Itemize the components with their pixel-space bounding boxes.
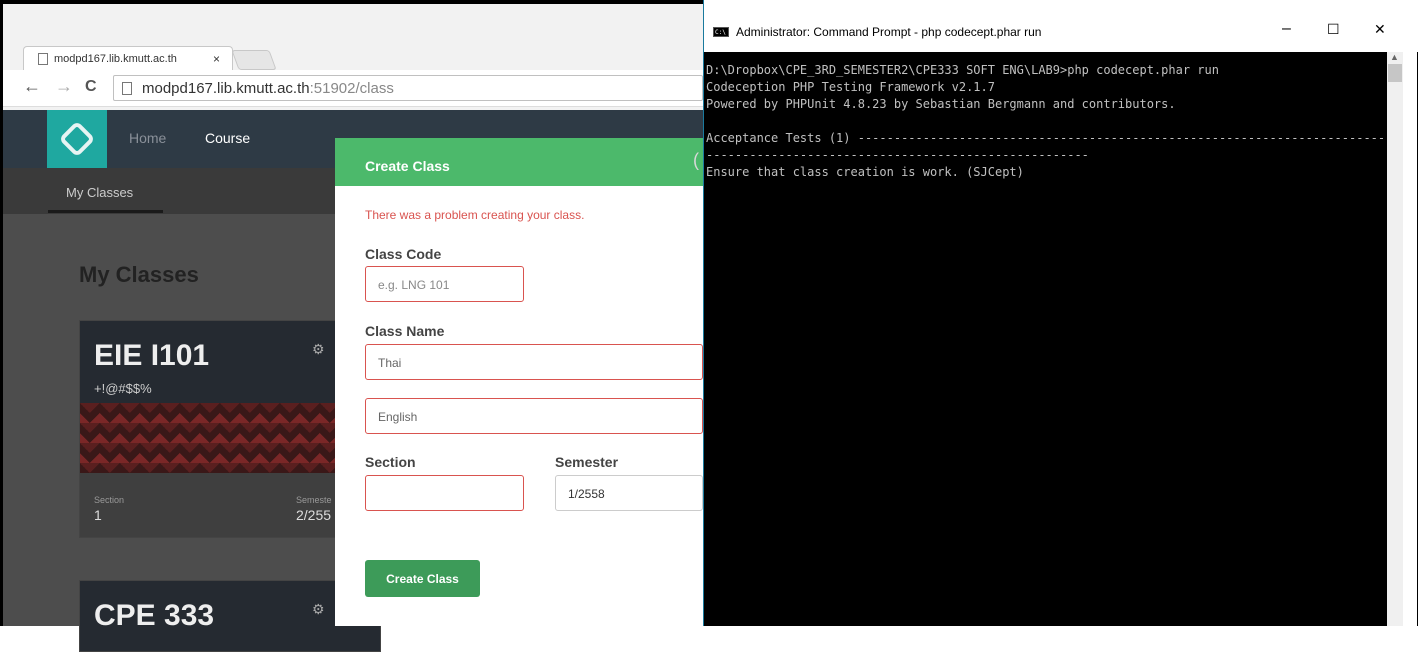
active-tab-indicator (48, 210, 163, 213)
maximize-icon[interactable]: ☐ (1327, 21, 1340, 38)
semester-select[interactable]: 1/2558 (555, 475, 703, 511)
section-label: Section (365, 454, 416, 470)
window-edge (1403, 52, 1417, 626)
tab-my-classes[interactable]: My Classes (66, 185, 133, 200)
scroll-up-icon[interactable]: ▲ (1390, 52, 1399, 62)
nav-home[interactable]: Home (129, 130, 166, 146)
cmd-titlebar[interactable]: C:\ Administrator: Command Prompt - php … (704, 0, 1418, 52)
tab-close-icon[interactable]: × (213, 52, 220, 66)
class-code-label: Class Code (365, 246, 442, 262)
command-prompt-window: C:\ Administrator: Command Prompt - php … (703, 0, 1418, 626)
section-input[interactable] (365, 475, 524, 511)
minimize-icon[interactable]: – (1282, 20, 1291, 38)
scrollbar-thumb[interactable] (1388, 64, 1402, 82)
section-value: 1 (94, 507, 102, 523)
gear-icon[interactable]: ⚙ (312, 341, 325, 358)
back-arrow-icon[interactable]: ← (23, 76, 41, 97)
browser-toolbar: ← → C modpd167.lib.kmutt.ac.th:51902/cla… (3, 70, 703, 107)
gear-icon[interactable]: ⚙ (312, 601, 325, 618)
scrollbar[interactable]: ▲ (1387, 52, 1403, 626)
page-icon (122, 81, 132, 95)
create-class-button[interactable]: Create Class (365, 560, 480, 597)
modal-header: Create Class ( (335, 138, 703, 186)
close-icon[interactable]: ✕ (1374, 21, 1386, 38)
semester-value: 2/255 (296, 507, 332, 523)
new-tab-button[interactable] (231, 50, 277, 70)
class-name-label: Class Name (365, 323, 445, 339)
address-bar[interactable]: modpd167.lib.kmutt.ac.th:51902/class (113, 75, 703, 101)
page-icon (38, 52, 48, 65)
nav-course[interactable]: Course (205, 130, 250, 146)
modal-close-icon[interactable]: ( (693, 150, 699, 171)
cmd-icon: C:\ (713, 27, 729, 37)
class-name: +!@#$$% (94, 381, 152, 396)
class-code-input[interactable]: e.g. LNG 101 (365, 266, 524, 302)
semester-label: Semeste (296, 495, 332, 505)
page-title: My Classes (79, 262, 199, 287)
url-path: :51902/class (309, 79, 394, 97)
console-output[interactable]: D:\Dropbox\CPE_3RD_SEMESTER2\CPE333 SOFT… (706, 62, 1386, 181)
class-code: EIE I101 (94, 339, 210, 372)
browser-tab[interactable]: modpd167.lib.kmutt.ac.th × (23, 46, 233, 70)
url-host: modpd167.lib.kmutt.ac.th (142, 79, 310, 97)
modal-title: Create Class (365, 158, 450, 174)
app-logo[interactable] (47, 110, 107, 168)
semester-label: Semester (555, 454, 619, 470)
class-code: CPE 333 (94, 599, 215, 632)
logo-icon (58, 120, 96, 158)
class-name-english-input[interactable]: English (365, 398, 703, 434)
tab-title: modpd167.lib.kmutt.ac.th (54, 52, 177, 65)
create-class-modal: Create Class ( There was a problem creat… (335, 138, 703, 626)
reload-icon[interactable]: C (85, 78, 97, 96)
cmd-title: Administrator: Command Prompt - php code… (736, 25, 1042, 39)
error-message: There was a problem creating your class. (365, 208, 585, 222)
forward-arrow-icon[interactable]: → (55, 76, 73, 97)
section-label: Section (94, 495, 125, 505)
class-name-thai-input[interactable]: Thai (365, 344, 703, 380)
